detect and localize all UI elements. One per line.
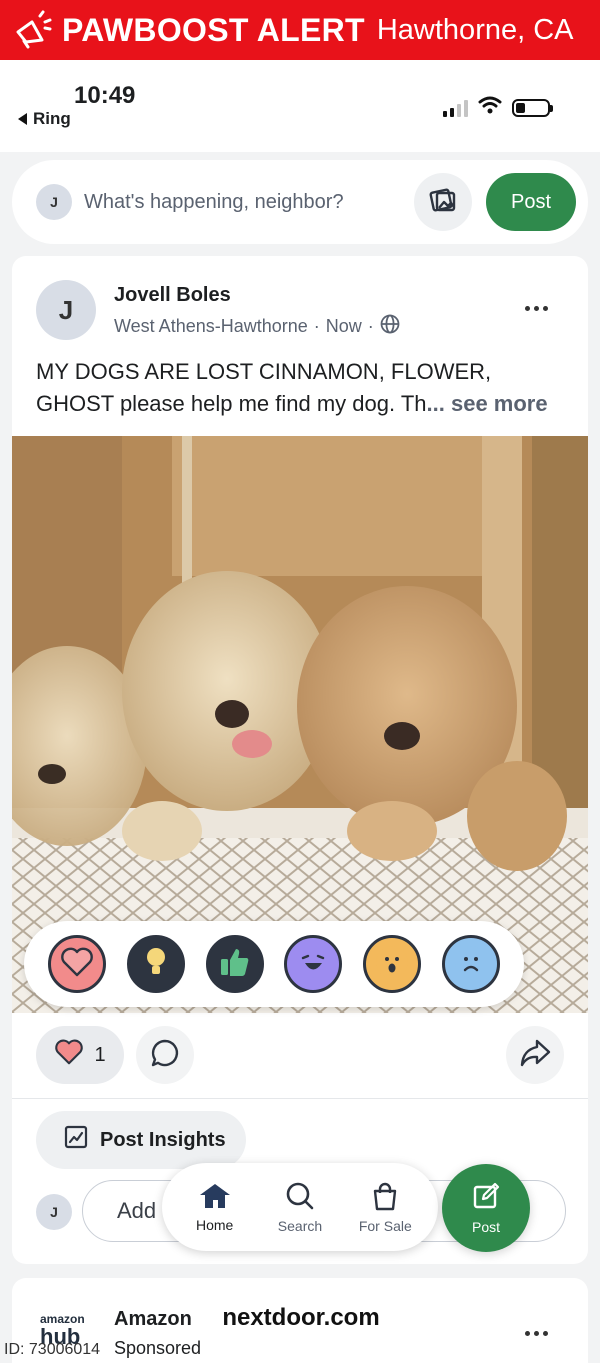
image-id-label: ID: 73006014	[4, 1341, 101, 1358]
nav-for-sale[interactable]: For Sale	[345, 1181, 425, 1234]
photo-icon	[428, 185, 458, 220]
edit-icon	[472, 1182, 500, 1213]
like-count-button[interactable]: 1	[36, 1026, 124, 1084]
heart-icon	[54, 1039, 84, 1071]
post-text-truncated: GHOST please help me find my dog. Th	[36, 391, 427, 416]
share-button[interactable]	[506, 1026, 564, 1084]
search-icon	[284, 1181, 316, 1214]
comment-icon	[150, 1038, 180, 1073]
more-options-icon[interactable]	[525, 1331, 548, 1336]
post-meta: West Athens-Hawthorne · Now ·	[114, 314, 400, 339]
post-text-line: MY DOGS ARE LOST CINNAMON, FLOWER,	[36, 359, 492, 384]
reaction-laughing[interactable]	[284, 935, 343, 993]
meta-separator: ·	[313, 316, 320, 336]
nav-home-label: Home	[195, 1216, 234, 1233]
like-count: 1	[94, 1043, 106, 1066]
pawboost-alert-banner: PAWBOOST ALERT Hawthorne, CA	[0, 0, 600, 60]
see-more-link[interactable]: see more	[451, 391, 548, 416]
clock: 10:49	[74, 82, 136, 109]
share-icon	[519, 1038, 551, 1073]
post-text: MY DOGS ARE LOST CINNAMON, FLOWER, GHOST…	[36, 356, 572, 420]
composer-prompt[interactable]: What's happening, neighbor?	[84, 191, 414, 214]
post-card: J Jovell Boles West Athens-Hawthorne · N…	[12, 256, 588, 1264]
post-text-line: GHOST please help me find my dog. Th... …	[36, 388, 572, 420]
source-watermark: nextdoor.com	[196, 1295, 406, 1341]
battery-icon	[512, 98, 553, 117]
ellipsis: ...	[426, 391, 445, 416]
back-to-app-button[interactable]: Ring	[18, 109, 71, 129]
chart-icon	[64, 1125, 88, 1155]
nav-home[interactable]: Home	[175, 1182, 255, 1233]
lightbulb-icon	[143, 945, 169, 984]
wifi-icon	[478, 96, 502, 119]
status-icons	[443, 96, 553, 119]
bottom-nav: Home Search For Sale	[162, 1163, 438, 1251]
nav-for-sale-label: For Sale	[358, 1217, 412, 1234]
shopping-bag-icon	[370, 1181, 400, 1214]
nav-search[interactable]: Search	[260, 1181, 340, 1234]
surprised-face-icon	[374, 944, 410, 985]
back-app-label: Ring	[33, 109, 71, 128]
laughing-face-icon	[295, 944, 331, 985]
megaphone-icon	[10, 8, 54, 52]
sad-face-icon	[453, 944, 489, 985]
globe-icon	[380, 314, 400, 339]
post-insights-button[interactable]: Post Insights	[36, 1111, 246, 1169]
reaction-picker	[24, 921, 524, 1007]
reaction-sad[interactable]	[441, 935, 500, 993]
alert-location: Hawthorne, CA	[376, 13, 574, 46]
add-photo-button[interactable]	[414, 173, 472, 231]
divider	[12, 1098, 588, 1099]
timestamp: Now	[325, 316, 362, 336]
alert-title: PAWBOOST ALERT	[62, 11, 365, 48]
floating-post-label: Post	[471, 1218, 500, 1235]
reaction-lightbulb[interactable]	[126, 935, 185, 993]
post-insights-label: Post Insights	[100, 1128, 226, 1151]
heart-icon	[60, 947, 94, 982]
back-arrow-icon	[18, 113, 27, 125]
sponsored-label: Sponsored	[114, 1338, 202, 1358]
sponsor-name[interactable]: Amazon	[114, 1308, 192, 1331]
meta-separator: ·	[367, 316, 374, 336]
avatar: J	[36, 184, 72, 220]
floating-post-button[interactable]: Post	[442, 1164, 530, 1252]
home-icon	[197, 1182, 233, 1213]
reaction-thumbs-up[interactable]	[205, 935, 264, 993]
author-avatar[interactable]: J	[36, 280, 96, 340]
comment-button[interactable]	[136, 1026, 194, 1084]
cellular-signal-icon	[443, 99, 468, 117]
thumbs-up-icon	[218, 946, 252, 983]
neighborhood[interactable]: West Athens-Hawthorne	[114, 316, 308, 337]
post-button[interactable]: Post	[486, 173, 576, 231]
reply-avatar: J	[36, 1194, 72, 1230]
author-name[interactable]: Jovell Boles	[114, 284, 231, 307]
reaction-surprised[interactable]	[362, 935, 421, 993]
status-bar: 10:49 Ring	[0, 60, 600, 152]
more-options-icon[interactable]	[525, 306, 548, 311]
reaction-heart[interactable]	[48, 935, 107, 993]
nav-search-label: Search	[277, 1217, 323, 1234]
post-composer[interactable]: J What's happening, neighbor? Post	[12, 160, 588, 244]
